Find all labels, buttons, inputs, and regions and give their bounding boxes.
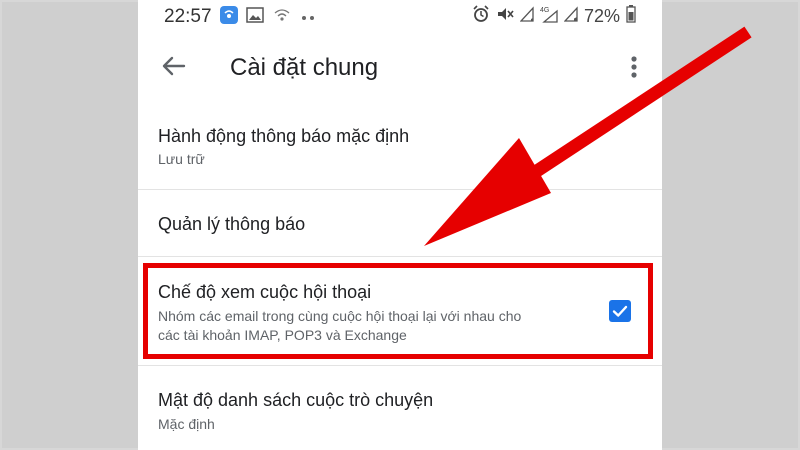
wifi-calling-icon	[272, 7, 292, 28]
annotation-highlight-box	[143, 263, 653, 359]
more-vert-icon[interactable]	[626, 52, 642, 82]
setting-title: Mật độ danh sách cuộc trò chuyện	[158, 390, 434, 410]
setting-subtitle: Lưu trữ	[158, 151, 205, 167]
app-bar: Cài đặt chung	[138, 34, 662, 102]
more-dots-icon	[300, 8, 316, 26]
image-icon	[246, 6, 264, 28]
status-time: 22:57	[164, 6, 212, 27]
back-arrow-icon[interactable]	[160, 52, 188, 80]
mute-icon	[496, 5, 514, 28]
signal-icon	[519, 5, 534, 27]
setting-subtitle: Mặc định	[158, 416, 215, 432]
page-title: Cài đặt chung	[230, 54, 379, 81]
battery-percent: 72%	[583, 5, 620, 26]
hotspot-icon	[220, 5, 238, 29]
setting-default-notification-action[interactable]: Hành động thông báo mặc định Lưu trữ	[138, 102, 662, 190]
status-right-icons: 4G 72%	[472, 4, 636, 28]
status-bar: 22:57 4G 72%	[138, 0, 662, 34]
signal-icon	[563, 5, 578, 27]
4g-signal-icon: 4G	[540, 5, 558, 28]
svg-text:4G: 4G	[540, 7, 549, 14]
setting-title: Hành động thông báo mặc định	[158, 126, 410, 146]
alarm-icon	[472, 4, 490, 28]
setting-manage-notifications[interactable]: Quản lý thông báo	[138, 190, 662, 256]
status-left-icons	[220, 5, 316, 29]
phone-screen: 22:57 4G 72% Cài đặt chung Hành động thô…	[138, 0, 662, 450]
battery-icon	[626, 4, 636, 28]
setting-title: Quản lý thông báo	[158, 214, 306, 234]
setting-conversation-list-density[interactable]: Mật độ danh sách cuộc trò chuyện Mặc địn…	[138, 366, 662, 450]
